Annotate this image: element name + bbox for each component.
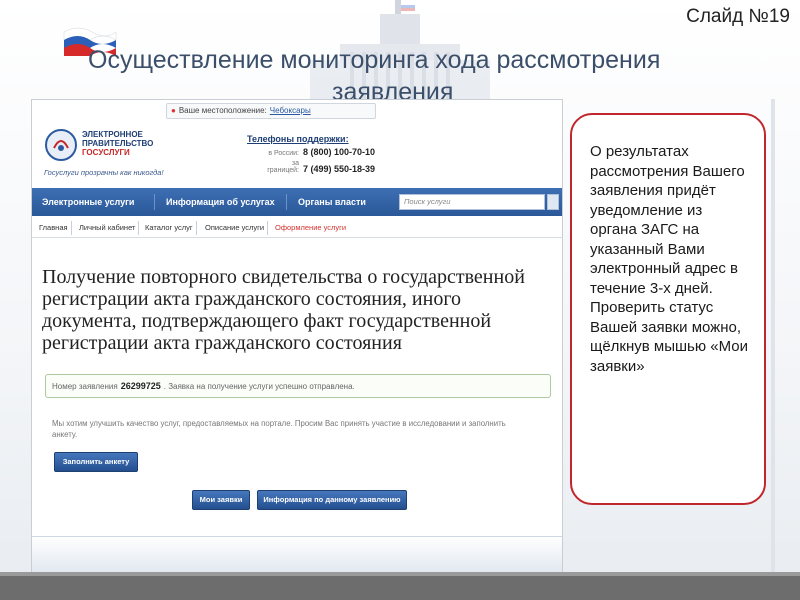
support-abroad-number: 7 (499) 550-18-39 xyxy=(303,164,376,174)
slide-bottom-bar xyxy=(0,572,800,600)
support-title[interactable]: Телефоны поддержки: xyxy=(247,134,407,144)
main-nav: Электронные услуги Информация об услугах… xyxy=(32,188,562,216)
info-callout: О результатах рассмотрения Вашего заявле… xyxy=(570,113,766,505)
fill-survey-button[interactable]: Заполнить анкету xyxy=(54,452,138,472)
logo-line3: ГОСУСЛУГИ xyxy=(82,148,130,157)
portal-screenshot: ● Ваше местоположение: Чебоксары ЭЛЕКТРОНН… xyxy=(31,99,563,575)
support-russia-number: 8 (800) 100-70-10 xyxy=(303,147,376,157)
portal-tagline: Госуслуги прозрачны как никогда! xyxy=(44,168,164,177)
status-text: . Заявка на получение услуги успешно отп… xyxy=(163,382,355,391)
portal-footer xyxy=(32,536,562,574)
my-requests-button[interactable]: Мои заявки xyxy=(192,490,250,510)
slide-title: Осуществление мониторинга хода рассмотре… xyxy=(88,44,728,100)
location-label: Ваше местоположение: xyxy=(178,106,267,115)
nav-divider xyxy=(286,194,287,210)
slide-title-line1: Осуществление мониторинга хода рассмотре… xyxy=(88,46,661,74)
nav-item-electronic-services[interactable]: Электронные услуги xyxy=(42,188,134,216)
status-message: Номер заявления 26299725. Заявка на получ… xyxy=(45,374,551,398)
screenshot-edge xyxy=(771,99,775,575)
callout-text: О результатах рассмотрения Вашего заявле… xyxy=(590,143,749,375)
logo-line1: ЭЛЕКТРОННОЕ xyxy=(82,130,143,139)
slide-title-line2: заявления xyxy=(332,78,454,100)
breadcrumb-description[interactable]: Описание услуги xyxy=(202,221,269,235)
footer-divider xyxy=(32,536,562,537)
breadcrumb: Главная Личный кабинет Каталог услуг Опи… xyxy=(32,218,562,238)
nav-item-services-info[interactable]: Информация об услугах xyxy=(166,188,275,216)
search-input[interactable]: Поиск услуги xyxy=(399,194,545,210)
breadcrumb-catalog[interactable]: Каталог услуг xyxy=(142,221,197,235)
location-bar[interactable]: ● Ваше местоположение: Чебоксары xyxy=(166,103,376,119)
slide-number: Слайд №19 xyxy=(686,6,790,27)
status-label: Номер заявления xyxy=(52,382,118,391)
status-number: 26299725 xyxy=(120,381,161,391)
logo-line2: ПРАВИТЕЛЬСТВО xyxy=(82,139,154,148)
location-city-link[interactable]: Чебоксары xyxy=(270,106,311,115)
breadcrumb-current: Оформление услуги xyxy=(275,223,347,232)
location-pin-icon: ● xyxy=(171,106,176,115)
nav-divider xyxy=(154,194,155,210)
breadcrumb-cabinet[interactable]: Личный кабинет xyxy=(76,221,140,235)
support-abroad-label: за границей: xyxy=(267,160,299,174)
support-phones: Телефоны поддержки: в России: 8 (800) 100… xyxy=(247,134,407,174)
page-title: Получение повторного свидетельства о гос… xyxy=(42,266,525,354)
support-russia-label: в России: xyxy=(268,150,299,157)
breadcrumb-home[interactable]: Главная xyxy=(36,221,72,235)
nav-item-authorities[interactable]: Органы власти xyxy=(298,188,366,216)
portal-logo[interactable]: ЭЛЕКТРОННОЕ ПРАВИТЕЛЬСТВО ГОСУСЛУГИ xyxy=(82,130,192,157)
request-info-button[interactable]: Информация по данному заявлению xyxy=(257,490,407,510)
gosuslugi-emblem-icon xyxy=(45,129,77,161)
survey-text: Мы хотим улучшить качество услуг, предос… xyxy=(52,419,506,439)
search-button[interactable] xyxy=(547,194,559,210)
